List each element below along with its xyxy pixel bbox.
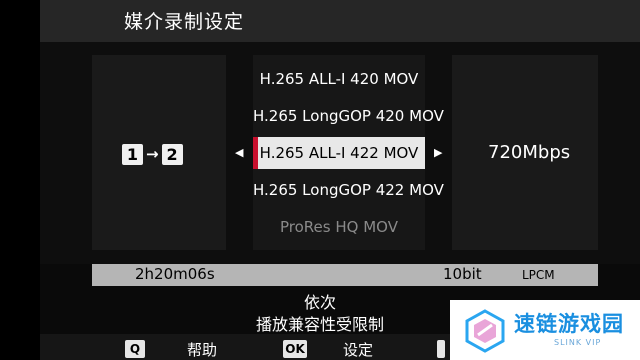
watermark: 速链游戏园 SLINK VIP — [450, 300, 640, 360]
help-label: 帮助 — [187, 341, 218, 359]
slot-1-icon: 1 — [122, 143, 143, 165]
card-slot-setting[interactable]: 1 → 2 — [122, 142, 183, 166]
watermark-subtext: SLINK VIP — [554, 338, 602, 347]
slot-2-icon: 2 — [161, 143, 183, 165]
format-option[interactable]: H.265 LongGOP 420 MOV — [253, 100, 444, 132]
arrow-right-icon: → — [146, 145, 159, 163]
nav-left-icon[interactable]: ◀ — [235, 146, 243, 159]
format-option[interactable]: H.265 ALL-I 420 MOV — [253, 63, 425, 95]
format-option-selected[interactable]: H.265 ALL-I 422 MOV — [253, 137, 425, 169]
status-bar: 2h20m06s 10bit LPCM — [92, 264, 598, 286]
ok-key-icon[interactable]: OK — [283, 340, 307, 358]
nav-right-icon[interactable]: ▶ — [434, 146, 442, 159]
set-label: 设定 — [343, 341, 374, 359]
watermark-logo-icon — [465, 309, 505, 353]
back-key-icon[interactable] — [437, 340, 445, 358]
bit-depth: 10bit — [443, 265, 482, 283]
watermark-text: 速链游戏园 — [514, 312, 624, 336]
format-option[interactable]: ProRes HQ MOV — [253, 211, 425, 243]
record-time-remaining: 2h20m06s — [135, 265, 215, 283]
audio-format: LPCM — [522, 268, 555, 282]
format-option[interactable]: H.265 LongGOP 422 MOV — [253, 174, 444, 206]
page-title: 媒介录制设定 — [124, 11, 245, 33]
q-key-icon[interactable]: Q — [125, 340, 145, 358]
bitrate-value[interactable]: 720Mbps — [488, 142, 570, 163]
